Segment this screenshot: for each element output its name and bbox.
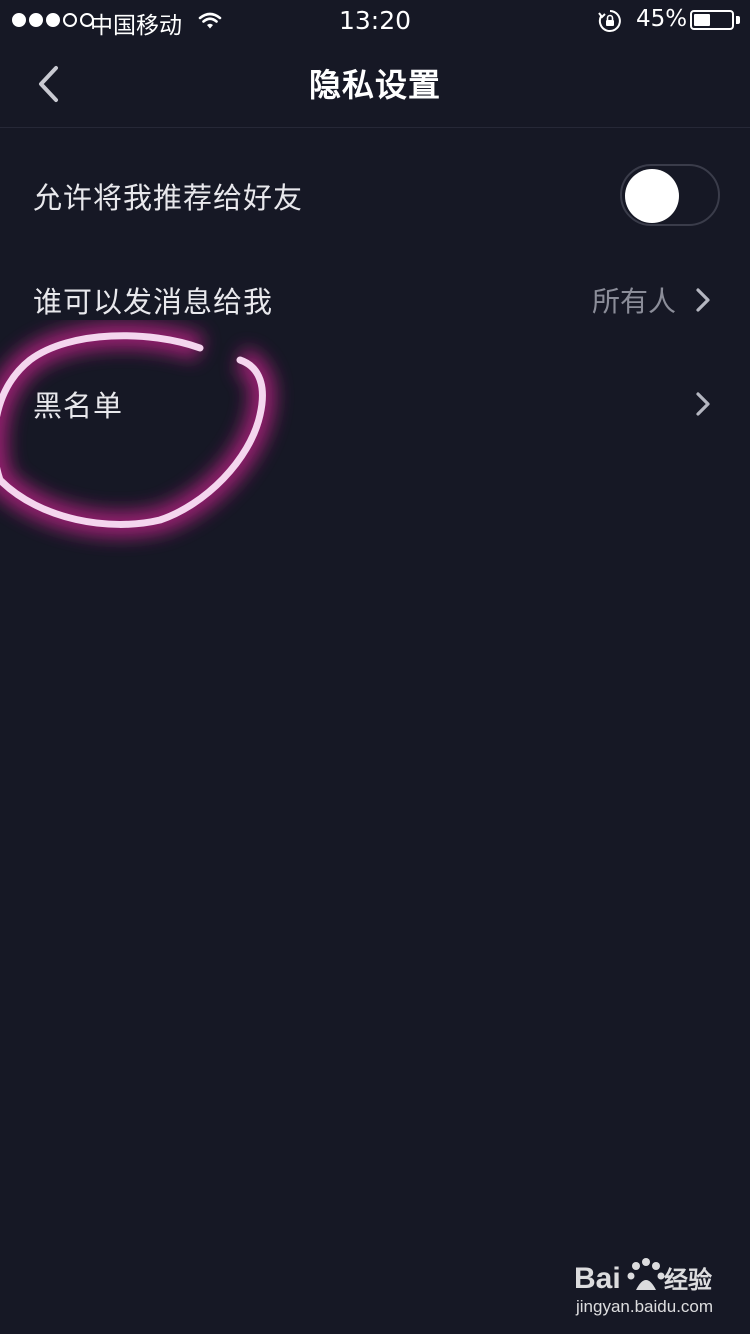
- recommend-to-friends-toggle[interactable]: [620, 164, 720, 226]
- battery-tip: [736, 16, 740, 24]
- svg-text:Bai: Bai: [574, 1262, 621, 1295]
- chevron-left-icon: [39, 66, 58, 102]
- chevron-right-icon: [692, 285, 714, 315]
- who-can-message-label: 谁可以发消息给我: [33, 285, 274, 319]
- battery-icon: [690, 10, 734, 30]
- watermark-url: jingyan.baidu.com: [575, 1297, 713, 1316]
- back-button[interactable]: [26, 62, 70, 106]
- recommend-to-friends-label: 允许将我推荐给好友: [33, 181, 304, 215]
- orientation-lock-icon: [598, 9, 622, 39]
- page-title: 隐私设置: [308, 66, 441, 104]
- status-bar: 中国移动 13:20 45%: [0, 0, 750, 42]
- battery-percent: 45%: [636, 6, 688, 32]
- chevron-right-icon: [692, 389, 714, 419]
- battery-level: [694, 14, 710, 26]
- recommend-to-friends-row: 允许将我推荐给好友: [0, 144, 750, 248]
- privacy-settings-screen: 中国移动 13:20 45% 隐私设置 允许将我推荐给好友 谁可以发消息给我 所…: [0, 0, 750, 1334]
- svg-text:经验: 经验: [664, 1266, 712, 1294]
- who-can-message-value: 所有人: [591, 285, 676, 318]
- navigation-bar: 隐私设置: [0, 42, 750, 128]
- toggle-knob: [625, 169, 679, 223]
- highlight-circle-annotation: [0, 322, 276, 538]
- baidu-jingyan-watermark: Bai 经验 jingyan.baidu.com: [574, 1258, 713, 1316]
